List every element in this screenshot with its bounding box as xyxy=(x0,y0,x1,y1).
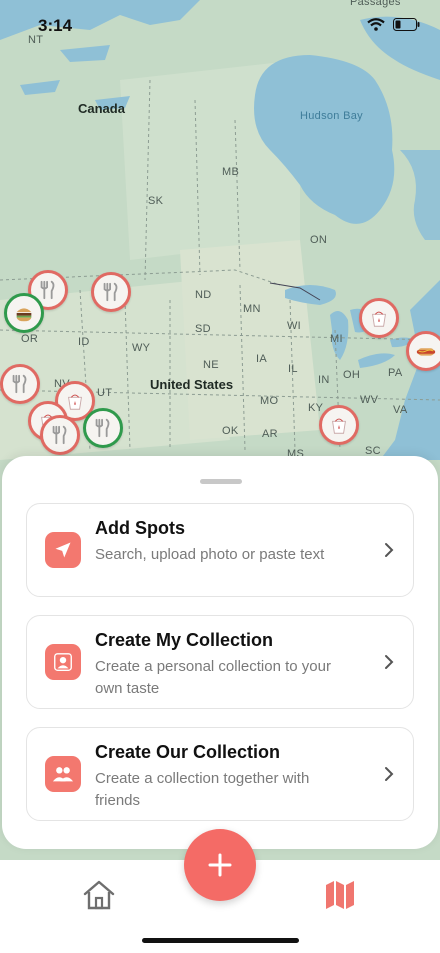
chevron-right-icon xyxy=(385,543,394,557)
takeout-box-icon xyxy=(372,311,386,327)
fork-knife-icon xyxy=(103,282,118,302)
map-label-id: ID xyxy=(78,336,90,348)
map-label-nd: ND xyxy=(195,289,212,301)
map-pin-takeout[interactable] xyxy=(319,405,359,445)
plus-icon xyxy=(208,853,232,877)
card-title: Create Our Collection xyxy=(95,742,281,762)
map-label-united-states: United States xyxy=(150,377,234,392)
chevron-right-icon xyxy=(385,767,394,781)
map-label-oh: OH xyxy=(343,369,361,381)
home-indicator[interactable] xyxy=(142,938,299,943)
map-label-passages: Passages xyxy=(350,0,401,8)
hotdog-icon xyxy=(416,348,436,356)
map-label-mo: MO xyxy=(260,395,279,407)
map-icon[interactable] xyxy=(324,880,356,910)
battery-icon xyxy=(393,18,420,31)
sheet-drag-handle[interactable] xyxy=(200,479,242,484)
map-label-ut: UT xyxy=(97,387,113,399)
map-label-or: OR xyxy=(21,333,39,345)
card-title: Add Spots xyxy=(95,518,185,538)
fork-knife-icon xyxy=(40,280,55,300)
card-description: Create a personal collection to your own… xyxy=(95,658,331,697)
map-pin-takeout[interactable] xyxy=(359,298,399,338)
map-label-mb: MB xyxy=(222,166,240,178)
status-time: 3:14 xyxy=(38,16,73,35)
map-label-canada: Canada xyxy=(78,101,125,116)
home-icon[interactable] xyxy=(82,879,116,911)
map-label-ia: IA xyxy=(256,353,267,365)
location-arrow-icon xyxy=(45,532,81,568)
add-fab-button[interactable] xyxy=(184,829,256,901)
map-label-wy: WY xyxy=(132,342,151,354)
map-label-va: VA xyxy=(393,404,408,416)
map-label-sk: SK xyxy=(148,195,164,207)
person-icon xyxy=(45,644,81,680)
burger-icon xyxy=(16,308,32,322)
fork-knife-icon xyxy=(12,374,27,394)
status-icons xyxy=(367,18,420,31)
chevron-right-icon xyxy=(385,655,394,669)
map-label-ar: AR xyxy=(262,428,278,440)
map-label-ok: OK xyxy=(222,425,239,437)
action-sheet: Add Spots Search, upload photo or paste … xyxy=(2,456,438,849)
map-label-pa: PA xyxy=(388,367,403,379)
wifi-icon xyxy=(367,18,385,31)
map-label-mn: MN xyxy=(243,303,261,315)
map-pin-restaurant[interactable] xyxy=(0,364,40,404)
map-pin-restaurant[interactable] xyxy=(91,272,131,312)
map-label-on: ON xyxy=(310,234,328,246)
map-label-hudson-bay: Hudson Bay xyxy=(300,110,363,122)
create-our-collection-card[interactable]: Create Our Collection Create a collectio… xyxy=(26,727,414,821)
fork-knife-icon xyxy=(52,425,67,445)
card-title: Create My Collection xyxy=(95,630,274,650)
card-description: Create a collection together with friend… xyxy=(95,770,310,809)
map-label-wv: WV xyxy=(360,394,379,406)
map-label-mi: MI xyxy=(330,333,343,345)
map-label-ne: NE xyxy=(203,359,219,371)
map-pin-hotdog[interactable] xyxy=(406,331,440,371)
takeout-box-icon xyxy=(68,394,82,410)
takeout-box-icon xyxy=(332,418,346,434)
map-label-wi: WI xyxy=(287,320,302,332)
map-label-sd: SD xyxy=(195,323,211,335)
create-my-collection-card[interactable]: Create My Collection Create a personal c… xyxy=(26,615,414,709)
people-icon xyxy=(45,756,81,792)
map-label-in: IN xyxy=(318,374,330,386)
map-label-ky: KY xyxy=(308,402,324,414)
fork-knife-icon xyxy=(95,418,110,438)
map-pin-restaurant[interactable] xyxy=(40,415,80,455)
card-description: Search, upload photo or paste text xyxy=(95,546,325,563)
add-spots-card[interactable]: Add Spots Search, upload photo or paste … xyxy=(26,503,414,597)
map-pin-restaurant-visited[interactable] xyxy=(83,408,123,448)
map-label-il: IL xyxy=(288,363,298,375)
map-pin-burger[interactable] xyxy=(4,293,44,333)
